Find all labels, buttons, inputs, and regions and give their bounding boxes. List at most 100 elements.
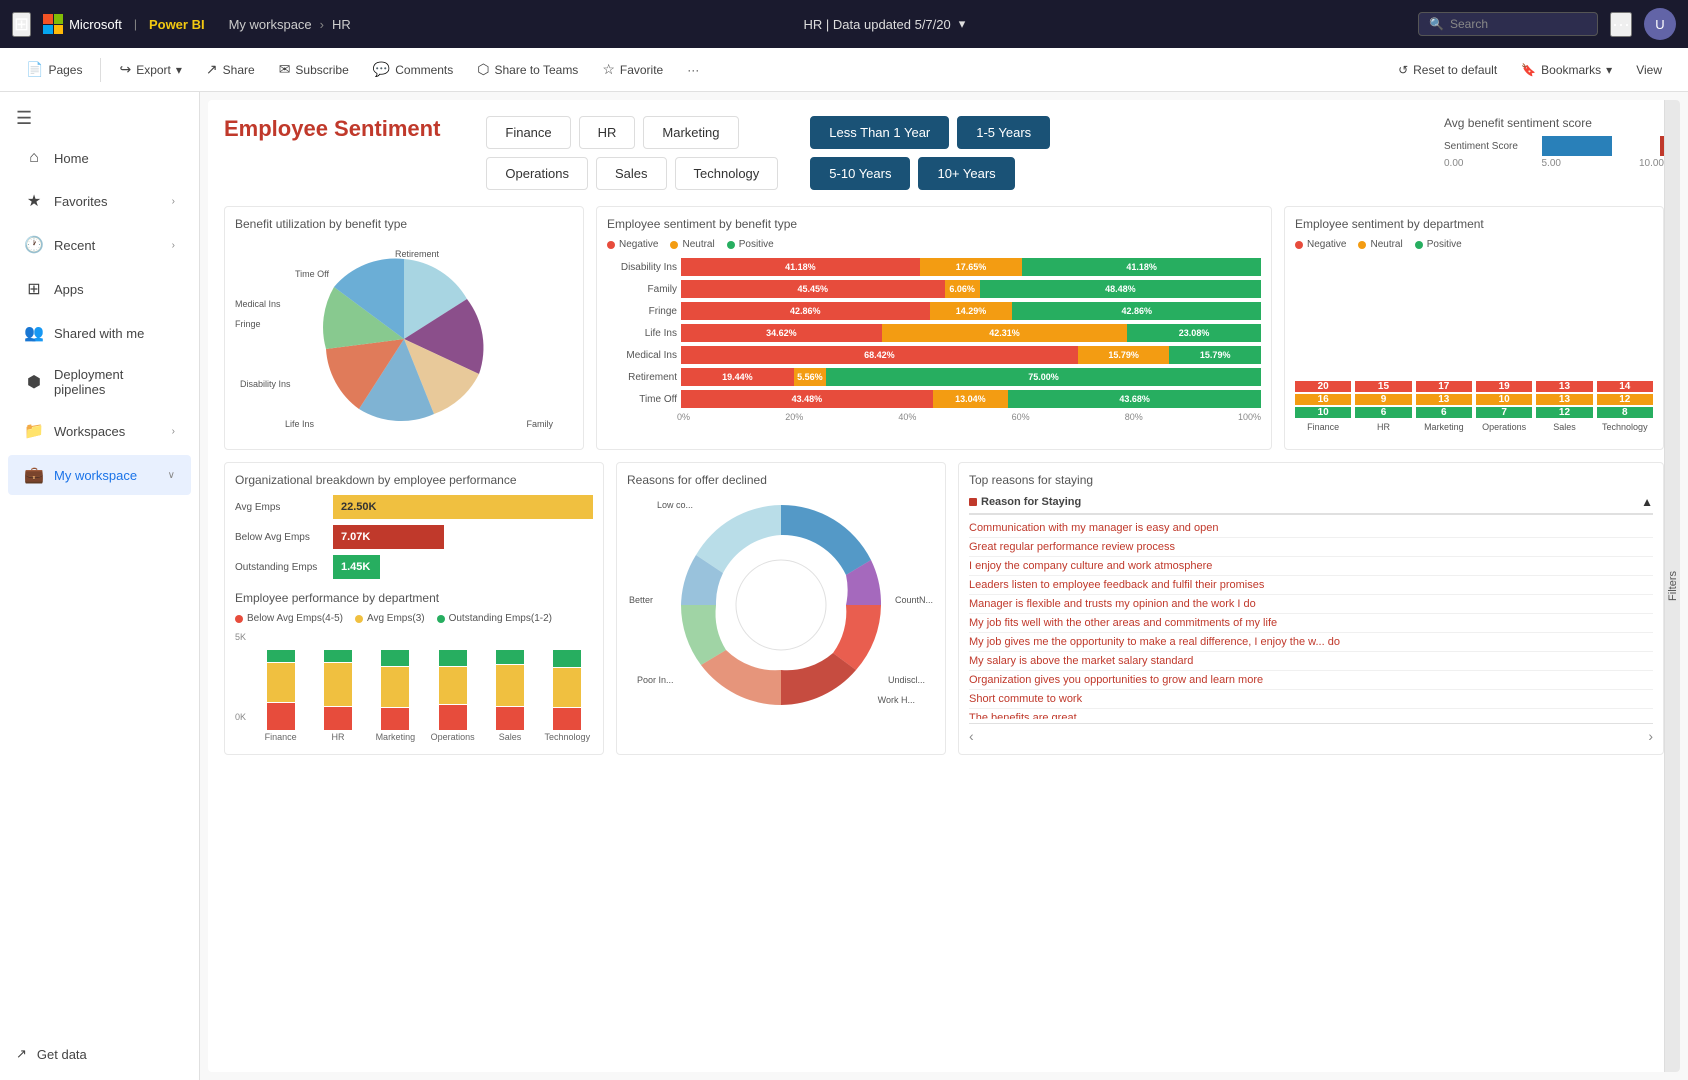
report-canvas: Employee Sentiment Finance HR Marketing … bbox=[208, 100, 1680, 1072]
workspace-link[interactable]: My workspace bbox=[229, 17, 312, 32]
sidebar-collapse: ☰ bbox=[0, 100, 199, 137]
sidebar-item-home[interactable]: ⌂ Home bbox=[8, 139, 191, 177]
reset-default-button[interactable]: ↺ Reset to default bbox=[1388, 57, 1507, 83]
filter-sales[interactable]: Sales bbox=[596, 157, 667, 190]
neg-segment: 19.44% bbox=[681, 368, 794, 386]
sidebar-collapse-button[interactable]: ☰ bbox=[16, 108, 32, 129]
dept-bar-segment bbox=[324, 650, 352, 662]
sidebar-item-shared[interactable]: 👥 Shared with me bbox=[8, 313, 191, 353]
filter-10-plus-years[interactable]: 10+ Years bbox=[918, 157, 1014, 190]
reasons-prev-button[interactable]: ‹ bbox=[969, 728, 974, 744]
filter-marketing[interactable]: Marketing bbox=[643, 116, 738, 149]
mosaic-segment: 16 bbox=[1295, 394, 1351, 405]
reasons-col-label: Reason for Staying bbox=[981, 496, 1081, 508]
sidebar-item-deployment[interactable]: ⬢ Deployment pipelines bbox=[8, 357, 191, 407]
dept-bar-segment bbox=[496, 650, 524, 664]
sidebar-get-data[interactable]: ↗ Get data bbox=[0, 1036, 199, 1072]
microsoft-text: Microsoft bbox=[69, 17, 122, 32]
pos-segment: 23.08% bbox=[1127, 324, 1261, 342]
more-toolbar-button[interactable]: ··· bbox=[677, 57, 709, 83]
axis-100: 100% bbox=[1238, 412, 1261, 422]
bar-container: 34.62%42.31%23.08% bbox=[681, 324, 1261, 342]
mosaic-col-label: Finance bbox=[1295, 422, 1351, 432]
mosaic-col: 17136 bbox=[1416, 381, 1472, 418]
breadcrumb-arrow: › bbox=[320, 17, 324, 32]
mosaic-labels-row: FinanceHRMarketingOperationsSalesTechnol… bbox=[1295, 422, 1653, 432]
sidebar-item-favorites[interactable]: ★ Favorites › bbox=[8, 181, 191, 221]
teams-icon: ⬡ bbox=[477, 61, 489, 78]
legend-neutral: Neutral bbox=[670, 239, 714, 250]
subscribe-icon: ✉ bbox=[279, 61, 291, 78]
sidebar-item-workspaces[interactable]: 📁 Workspaces › bbox=[8, 411, 191, 451]
comments-icon: 💬 bbox=[373, 61, 390, 78]
workspaces-icon: 📁 bbox=[24, 421, 44, 441]
report-title-text: Employee Sentiment bbox=[224, 116, 440, 142]
sidebar-item-my-workspace[interactable]: 💼 My workspace ∨ bbox=[8, 455, 191, 495]
bookmarks-button[interactable]: 🔖 Bookmarks ▾ bbox=[1511, 57, 1622, 83]
negative-label: Negative bbox=[619, 239, 658, 250]
search-box[interactable]: 🔍 bbox=[1418, 12, 1598, 36]
more-options-button[interactable]: ··· bbox=[1610, 12, 1632, 37]
filters-panel[interactable]: Filters bbox=[1664, 100, 1680, 1072]
mosaic-segment: 10 bbox=[1295, 407, 1351, 418]
pie-chart-container: Retirement Time Off Family Life Ins Disa… bbox=[235, 239, 573, 439]
export-icon: ↪ bbox=[119, 61, 131, 78]
sidebar-apps-label: Apps bbox=[54, 282, 175, 297]
user-avatar[interactable]: U bbox=[1644, 8, 1676, 40]
mosaic-col: 1596 bbox=[1355, 381, 1411, 418]
export-button[interactable]: ↪ Export ▾ bbox=[109, 55, 191, 84]
mosaic-col: 19107 bbox=[1476, 381, 1532, 418]
sidebar-home-label: Home bbox=[54, 151, 175, 166]
main-layout: ☰ ⌂ Home ★ Favorites › 🕐 Recent › ⊞ Apps… bbox=[0, 92, 1688, 1080]
sidebar-spacer bbox=[0, 497, 199, 1036]
dept-bar-segment bbox=[324, 663, 352, 706]
top-bar: ⊞ Microsoft | Power BI My workspace › HR… bbox=[0, 0, 1688, 48]
filter-1-5-years[interactable]: 1-5 Years bbox=[957, 116, 1050, 149]
axis-labels: 0% 20% 40% 60% 80% 100% bbox=[607, 412, 1261, 422]
below-avg-legend-label: Below Avg Emps(4-5) bbox=[247, 613, 343, 624]
comments-button[interactable]: 💬 Comments bbox=[363, 55, 463, 84]
filter-operations[interactable]: Operations bbox=[486, 157, 588, 190]
search-input[interactable] bbox=[1450, 17, 1570, 31]
filter-technology[interactable]: Technology bbox=[675, 157, 779, 190]
y-5k: 5K bbox=[235, 632, 246, 642]
view-label: View bbox=[1636, 63, 1662, 77]
dept-bar-group: Sales bbox=[484, 650, 535, 742]
filter-finance[interactable]: Finance bbox=[486, 116, 570, 149]
mosaic-col: 131312 bbox=[1536, 381, 1592, 418]
view-button[interactable]: View bbox=[1626, 57, 1672, 83]
filter-less-than-year[interactable]: Less Than 1 Year bbox=[810, 116, 949, 149]
dept-bar-label: Operations bbox=[431, 732, 475, 742]
dept-bar-segment bbox=[553, 708, 581, 730]
report-name-breadcrumb[interactable]: HR bbox=[332, 17, 351, 32]
dept-filters-row2: Operations Sales Technology bbox=[486, 157, 778, 190]
below-avg-dot bbox=[235, 615, 243, 623]
scale-max: 10.00 bbox=[1639, 158, 1664, 169]
my-workspace-icon: 💼 bbox=[24, 465, 44, 485]
share-teams-button[interactable]: ⬡ Share to Teams bbox=[467, 55, 588, 84]
waffle-menu-button[interactable]: ⊞ bbox=[12, 12, 31, 37]
score-scale: 0.00 5.00 10.00 bbox=[1444, 158, 1664, 169]
dept-bar-label: Technology bbox=[545, 732, 591, 742]
pages-button[interactable]: 📄 Pages bbox=[16, 55, 92, 84]
reasons-next-button[interactable]: › bbox=[1648, 728, 1653, 744]
share-icon: ↗ bbox=[206, 61, 218, 78]
bar-container: 19.44%5.56%75.00% bbox=[681, 368, 1261, 386]
avg-emps-bar: 22.50K bbox=[333, 495, 593, 519]
chevron-down-icon[interactable]: ▾ bbox=[959, 16, 966, 32]
reason-item: Leaders listen to employee feedback and … bbox=[969, 576, 1653, 595]
filter-hr[interactable]: HR bbox=[579, 116, 636, 149]
sidebar-item-recent[interactable]: 🕐 Recent › bbox=[8, 225, 191, 265]
favorite-button[interactable]: ☆ Favorite bbox=[592, 55, 673, 84]
neu-segment: 17.65% bbox=[920, 258, 1022, 276]
powerbi-text: Power BI bbox=[149, 17, 205, 32]
subscribe-button[interactable]: ✉ Subscribe bbox=[269, 55, 359, 84]
bar-label: Family bbox=[607, 284, 677, 295]
dept-bar-segment bbox=[496, 707, 524, 730]
sidebar-item-apps[interactable]: ⊞ Apps bbox=[8, 269, 191, 309]
dept-bar-group: Finance bbox=[255, 650, 306, 742]
reasons-collapse-icon[interactable]: ▲ bbox=[1641, 495, 1653, 509]
reasons-nav: ‹ › bbox=[969, 723, 1653, 744]
share-button[interactable]: ↗ Share bbox=[196, 55, 265, 84]
filter-5-10-years[interactable]: 5-10 Years bbox=[810, 157, 910, 190]
